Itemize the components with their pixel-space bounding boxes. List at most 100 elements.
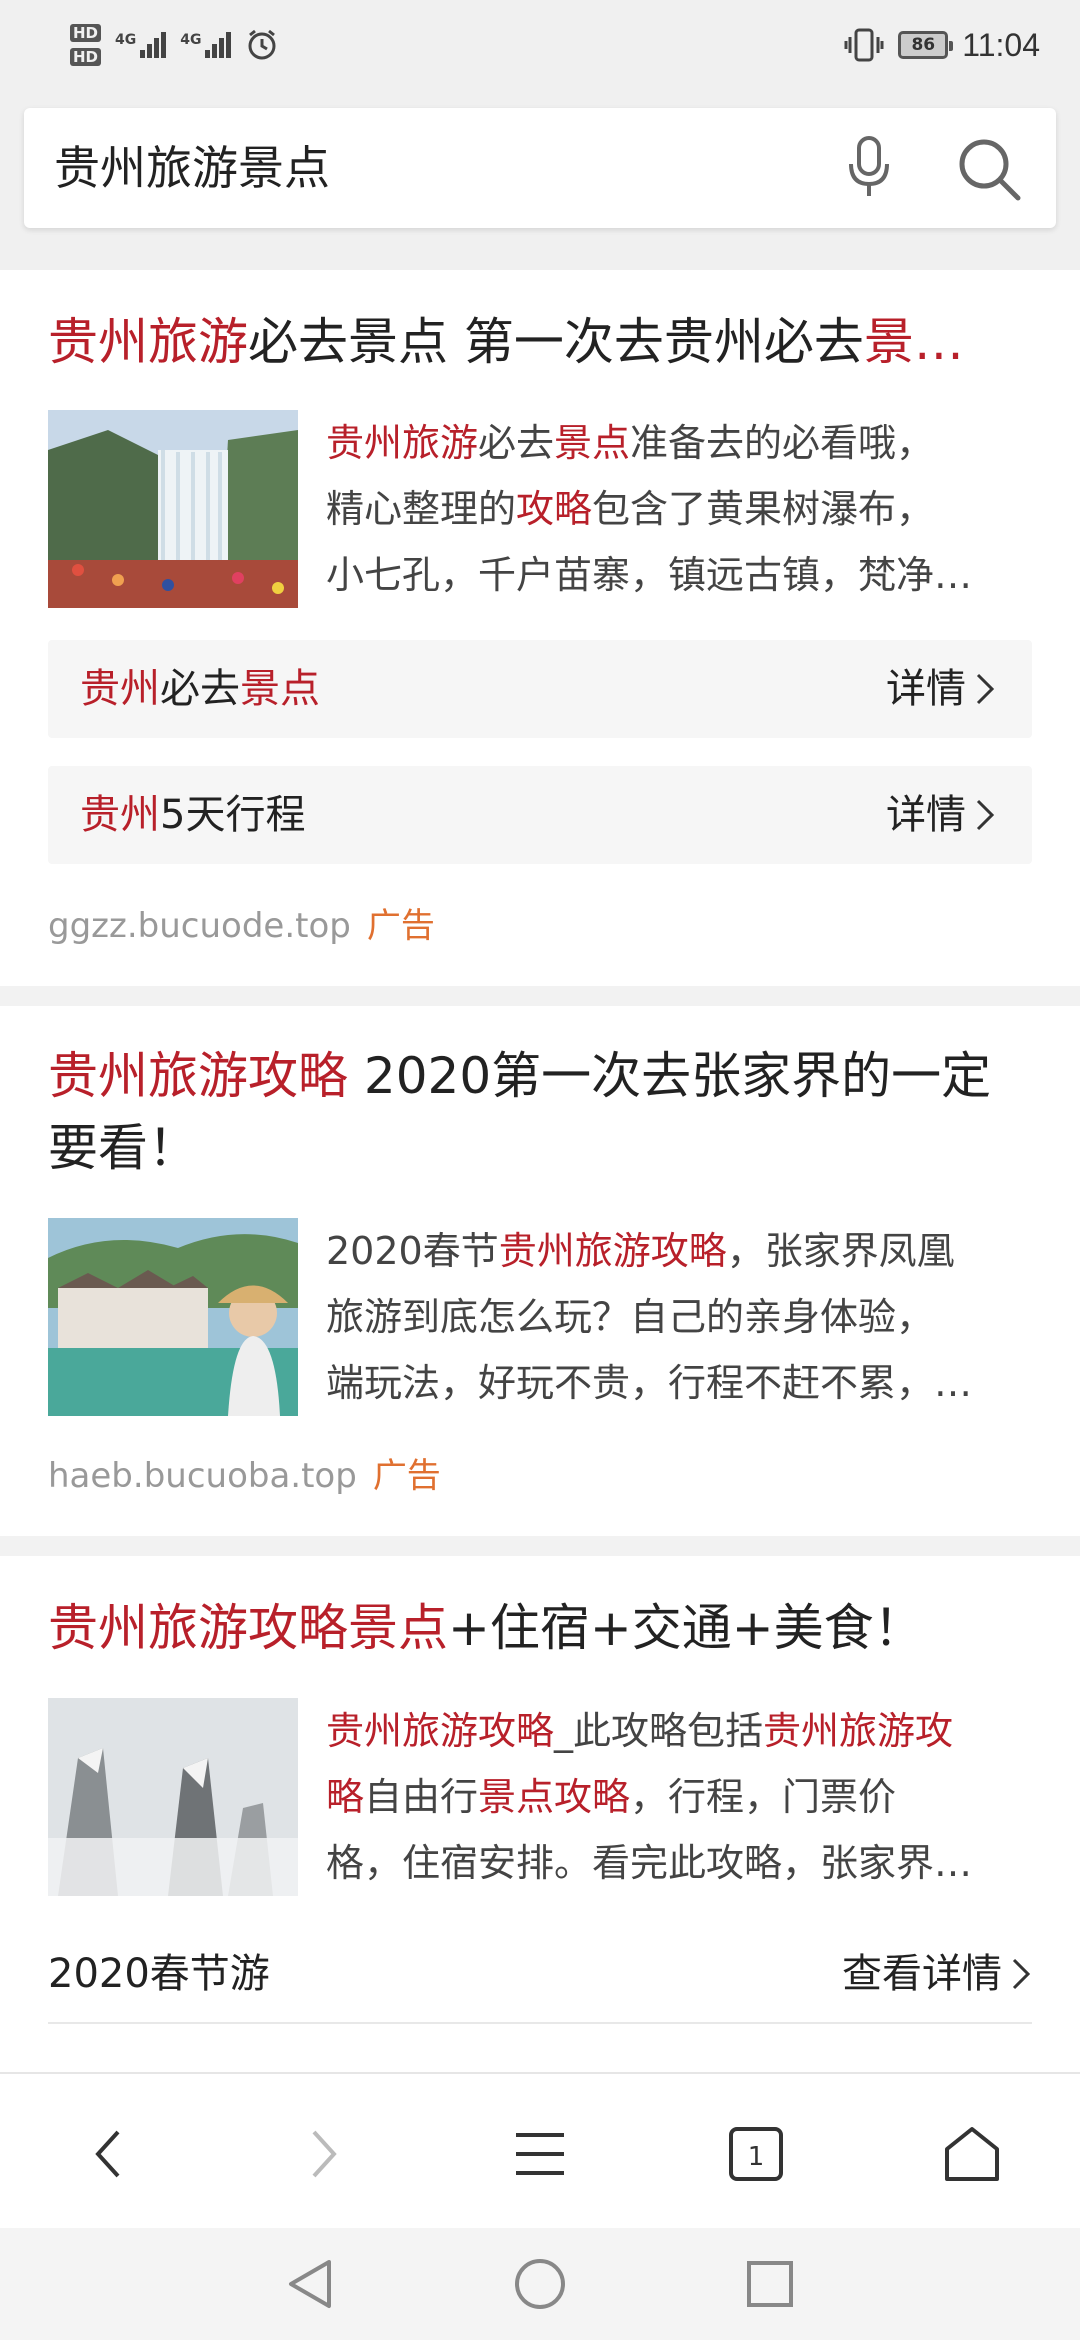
footer-label: 2020春节游: [48, 1951, 270, 1997]
search-query[interactable]: 贵州旅游景点: [54, 108, 330, 228]
plain-text: 精心整理的: [326, 487, 517, 531]
highlight-text: 攻略: [516, 487, 593, 531]
sublink-itinerary[interactable]: 贵州5天行程 详情: [48, 766, 1032, 864]
plain-text: 5天行程: [160, 792, 306, 838]
tab-count: 1: [748, 2142, 765, 2172]
highlight-text: 景点攻略: [478, 1775, 631, 1819]
chevron-right-icon: [976, 673, 995, 705]
result-2-url[interactable]: haeb.bucuoba.top 广告: [48, 1448, 441, 1497]
chevron-right-icon: [976, 799, 995, 831]
nav-home-button[interactable]: [508, 2252, 572, 2316]
highlight-text: 景…: [863, 313, 964, 371]
result-divider: [0, 1536, 1080, 1556]
result-3-footer[interactable]: 2020春节游 查看详情: [48, 1944, 1032, 2024]
nav-recents-button[interactable]: [738, 2252, 802, 2316]
plain-text: 小七孔，千户苗寨，镇远古镇，梵净…: [326, 553, 973, 597]
result-2-title[interactable]: 贵州旅游攻略 2020第一次去张家界的一定要看！: [48, 1040, 1038, 1184]
desc-line: 2020春节贵州旅游攻略，张家界凤凰: [326, 1218, 1036, 1284]
result-1-url[interactable]: ggzz.bucuode.top 广告: [48, 898, 435, 947]
plain-text: 准备去的必看哦，: [630, 421, 935, 465]
clock: 11:04: [962, 26, 1040, 63]
sublink-label: 贵州必去景点: [80, 640, 320, 738]
browser-toolbar: 1: [0, 2072, 1080, 2228]
desc-line: 小七孔，千户苗寨，镇远古镇，梵净…: [326, 542, 1036, 608]
highlight-text: 贵州旅游: [48, 313, 248, 371]
url-text: ggzz.bucuode.top: [48, 906, 351, 946]
status-right: 86 11:04: [844, 20, 1040, 70]
plain-text: 包含了黄果树瀑布，: [592, 487, 935, 531]
ad-badge: 广告: [366, 906, 435, 946]
result-3-description: 贵州旅游攻略_此攻略包括贵州旅游攻 略自由行景点攻略，行程，门票价 格，住宿安排…: [326, 1698, 1036, 1896]
sublink-must-see[interactable]: 贵州必去景点 详情: [48, 640, 1032, 738]
highlight-text: 贵州旅游攻: [763, 1709, 954, 1753]
plain-text: 必去景点 第一次去贵州必去: [248, 313, 864, 371]
view-details-link[interactable]: 查看详情: [842, 1944, 1032, 2004]
sublink-details[interactable]: 详情: [886, 640, 996, 738]
details-label: 详情: [886, 666, 966, 712]
chevron-right-icon: [1012, 1958, 1031, 1990]
highlight-text: 景点: [240, 666, 320, 712]
plain-text: 必去: [478, 421, 555, 465]
desc-line: 贵州旅游攻略_此攻略包括贵州旅游攻: [326, 1698, 1036, 1764]
result-3-thumbnail[interactable]: [48, 1698, 298, 1896]
nav-back-button[interactable]: [278, 2252, 342, 2316]
desc-line: 旅游到底怎么玩？自己的亲身体验，: [326, 1284, 1036, 1350]
highlight-text: 贵州旅游: [326, 421, 479, 465]
plain-text: 必去: [160, 666, 240, 712]
highlight-text: 贵州旅游攻略: [48, 1047, 348, 1105]
home-button[interactable]: [932, 2114, 1012, 2194]
result-2-thumbnail[interactable]: [48, 1218, 298, 1416]
sim2-hd-badge: HD: [70, 48, 102, 66]
plain-text: +住宿+交通+美食！: [448, 1599, 924, 1657]
tabs-icon: 1: [729, 2127, 783, 2181]
menu-button[interactable]: [500, 2114, 580, 2194]
plain-text: 端玩法，好玩不贵，行程不赶不累，…: [326, 1361, 973, 1405]
forward-button[interactable]: [284, 2114, 364, 2194]
highlight-text: 贵州: [80, 792, 160, 838]
highlight-text: 贵州: [80, 666, 160, 712]
nav-recents-icon: [747, 2261, 793, 2307]
network-type-2: 4G: [180, 32, 202, 48]
plain-text: 旅游到底怎么玩？自己的亲身体验，: [326, 1295, 935, 1339]
menu-icon: [516, 2133, 564, 2175]
desc-line: 格，住宿安排。看完此攻略，张家界…: [326, 1830, 1036, 1896]
sublink-details[interactable]: 详情: [886, 766, 996, 864]
system-nav-bar: [0, 2228, 1080, 2340]
signal-icon-sim2: 4G: [180, 32, 232, 58]
status-left: HD HD 4G 4G: [70, 16, 279, 74]
plain-text: ，张家界凤凰: [726, 1229, 955, 1273]
home-icon: [945, 2127, 999, 2181]
view-details-label: 查看详情: [842, 1951, 1002, 1997]
alarm-icon: [248, 29, 276, 60]
result-1-description: 贵州旅游必去景点准备去的必看哦， 精心整理的攻略包含了黄果树瀑布， 小七孔，千户…: [326, 410, 1036, 608]
back-button[interactable]: [68, 2114, 148, 2194]
ad-badge: 广告: [372, 1456, 441, 1496]
vibrate-icon: [844, 28, 884, 62]
result-divider: [0, 986, 1080, 1006]
result-1-thumbnail[interactable]: [48, 410, 298, 608]
search-area: 贵州旅游景点: [0, 90, 1080, 270]
sim1-hd-badge: HD: [70, 24, 102, 42]
plain-text: _此攻略包括: [554, 1709, 764, 1753]
plain-text: 格，住宿安排。看完此攻略，张家界…: [326, 1841, 973, 1885]
highlight-text: 贵州旅游攻略: [498, 1229, 727, 1273]
plain-text: 自由行: [364, 1775, 479, 1819]
microphone-icon[interactable]: [844, 134, 894, 202]
desc-line: 端玩法，好玩不贵，行程不赶不累，…: [326, 1350, 1036, 1416]
result-1-title[interactable]: 贵州旅游必去景点 第一次去贵州必去景…: [48, 306, 1038, 378]
result-3-title[interactable]: 贵州旅游攻略景点+住宿+交通+美食！: [48, 1592, 1038, 1664]
nav-back-icon: [289, 2260, 331, 2308]
search-input[interactable]: 贵州旅游景点: [24, 108, 1056, 228]
status-bar: HD HD 4G 4G 86 11:04: [0, 0, 1080, 90]
sublink-label: 贵州5天行程: [80, 766, 305, 864]
desc-line: 精心整理的攻略包含了黄果树瀑布，: [326, 476, 1036, 542]
network-type-1: 4G: [115, 32, 137, 48]
tabs-button[interactable]: 1: [716, 2114, 796, 2194]
search-icon[interactable]: [954, 134, 1024, 204]
url-text: haeb.bucuoba.top: [48, 1456, 357, 1496]
hd-indicators: HD HD: [70, 24, 102, 66]
desc-line: 略自由行景点攻略，行程，门票价: [326, 1764, 1036, 1830]
plain-text: 2020春节: [326, 1229, 499, 1273]
plain-text: ，行程，门票价: [630, 1775, 897, 1819]
details-label: 详情: [886, 792, 966, 838]
